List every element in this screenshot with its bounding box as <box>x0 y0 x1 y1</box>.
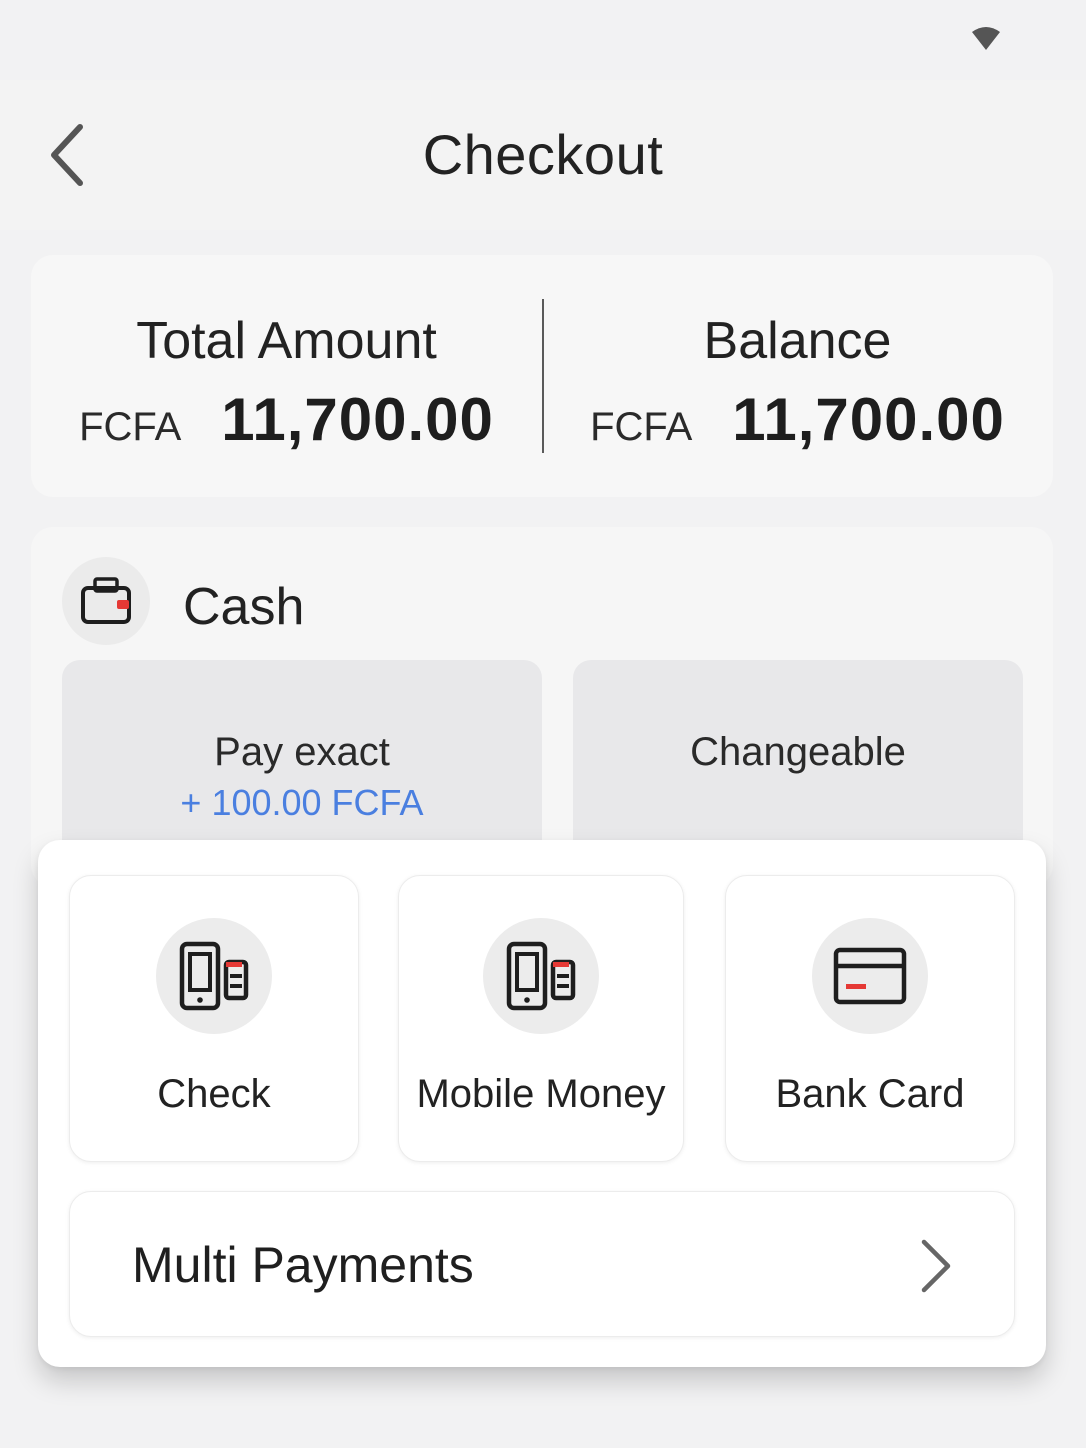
wifi-icon <box>972 27 1000 50</box>
total-amount-currency: FCFA <box>79 405 182 449</box>
total-amount-value: 11,700.00 <box>221 386 494 453</box>
mobile-money-button[interactable]: Mobile Money <box>398 875 684 1162</box>
total-amount-row: FCFA 11,700.00 <box>31 385 542 454</box>
balance-row: FCFA 11,700.00 <box>542 385 1053 454</box>
pay-exact-button[interactable]: Pay exact + 100.00 FCFA <box>62 660 542 860</box>
balance-label: Balance <box>703 312 892 370</box>
changeable-button[interactable]: Changeable <box>573 660 1023 860</box>
changeable-label: Changeable <box>690 730 906 774</box>
multi-payments-label: Multi Payments <box>132 1237 474 1293</box>
balance-value: 11,700.00 <box>732 386 1005 453</box>
check-payment-button[interactable]: Check <box>69 875 359 1162</box>
app-bar: Checkout <box>0 80 1086 230</box>
status-bar <box>0 0 1086 80</box>
balance-currency: FCFA <box>590 405 693 449</box>
phone-check-icon <box>179 941 249 1011</box>
pay-exact-label: Pay exact <box>214 730 390 774</box>
bank-card-label: Bank Card <box>775 1072 965 1116</box>
bank-card-icon <box>833 947 907 1005</box>
total-amount-label: Total Amount <box>136 312 437 370</box>
pay-exact-extra: + 100.00 FCFA <box>180 782 424 823</box>
check-label: Check <box>157 1072 271 1116</box>
cash-icon-badge <box>62 557 150 645</box>
amount-summary-card: Total Amount FCFA 11,700.00 Balance FCFA… <box>31 255 1053 497</box>
bank-card-button[interactable]: Bank Card <box>725 875 1015 1162</box>
mobile-money-label: Mobile Money <box>416 1072 666 1116</box>
mobile-money-icon-badge <box>483 918 599 1034</box>
multi-payments-row[interactable]: Multi Payments <box>69 1191 1015 1337</box>
bank-card-icon-badge <box>812 918 928 1034</box>
mobile-money-icon <box>506 941 576 1011</box>
chevron-right-icon <box>921 1239 951 1293</box>
payment-methods-sheet: Check Mobile Money Bank Card Multi Payme… <box>38 840 1046 1367</box>
balance-section: Balance FCFA 11,700.00 <box>542 255 1053 497</box>
cash-label: Cash <box>183 578 305 636</box>
cash-section: Cash Pay exact + 100.00 FCFA Changeable <box>31 527 1053 887</box>
total-amount-section: Total Amount FCFA 11,700.00 <box>31 255 542 497</box>
check-icon-badge <box>156 918 272 1034</box>
wallet-icon <box>81 577 131 624</box>
page-title: Checkout <box>422 123 664 186</box>
